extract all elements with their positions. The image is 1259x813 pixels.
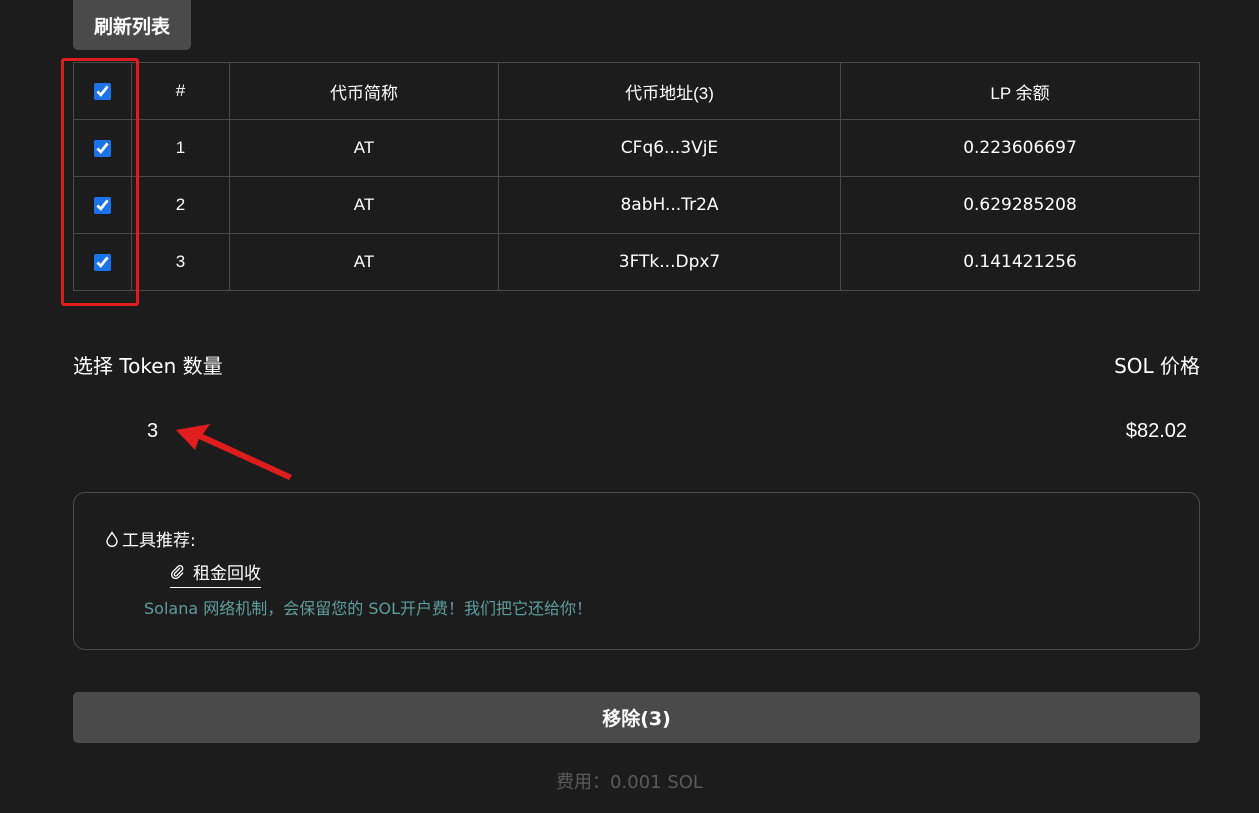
row-checkbox[interactable]: [94, 197, 111, 215]
paperclip-icon: [171, 565, 184, 579]
token-count-value: 3: [147, 420, 159, 442]
header-token-name: 代币简称: [229, 62, 499, 120]
row-index: 1: [131, 119, 230, 177]
table-row: 1 AT CFq6...3VjE 0.223606697: [73, 119, 1200, 177]
tools-recommendation-panel: 工具推荐: 租金回收 Solana 网络机制，会保留您的 SOL开户费！我们把它…: [73, 492, 1200, 650]
row-lp-balance: 0.141421256: [840, 233, 1200, 291]
token-count-label: 选择 Token 数量: [73, 354, 223, 378]
tool-description: Solana 网络机制，会保留您的 SOL开户费！我们把它还给你！: [144, 599, 592, 618]
sol-price-label: SOL 价格: [1114, 354, 1200, 378]
rent-recovery-link-text: 租金回收: [193, 564, 261, 584]
table-header-row: # 代币简称 代币地址(3) LP 余额: [73, 62, 1200, 120]
row-index: 3: [131, 233, 230, 291]
row-token-name: AT: [229, 176, 499, 234]
header-lp-balance: LP 余额: [840, 62, 1200, 120]
refresh-list-button[interactable]: 刷新列表: [73, 0, 191, 50]
header-select-all-cell: [73, 62, 132, 120]
select-all-checkbox[interactable]: [94, 83, 111, 101]
token-table: # 代币简称 代币地址(3) LP 余额 1 AT CFq6...3VjE 0.…: [73, 62, 1200, 291]
row-token-name: AT: [229, 119, 499, 177]
annotation-arrow-icon: [176, 424, 292, 480]
row-lp-balance: 0.629285208: [840, 176, 1200, 234]
drop-icon: [106, 530, 118, 547]
row-token-name: AT: [229, 233, 499, 291]
row-token-address: 3FTk...Dpx7: [498, 233, 841, 291]
row-checkbox[interactable]: [94, 140, 111, 158]
header-index: #: [131, 62, 230, 120]
sol-price-value: $82.02: [1125, 420, 1187, 442]
row-select-cell: [73, 119, 132, 177]
page: 刷新列表 # 代币简称 代币地址(3) LP 余额 1 AT CFq6...3V…: [0, 0, 1259, 813]
row-token-address: CFq6...3VjE: [498, 119, 841, 177]
row-checkbox[interactable]: [94, 254, 111, 272]
table-row: 3 AT 3FTk...Dpx7 0.141421256: [73, 233, 1200, 291]
table-row: 2 AT 8abH...Tr2A 0.629285208: [73, 176, 1200, 234]
row-select-cell: [73, 176, 132, 234]
row-token-address: 8abH...Tr2A: [498, 176, 841, 234]
header-token-address: 代币地址(3): [498, 62, 841, 120]
remove-button[interactable]: 移除(3): [73, 692, 1200, 743]
row-select-cell: [73, 233, 132, 291]
rent-recovery-link[interactable]: 租金回收: [170, 559, 261, 588]
tools-title: 工具推荐:: [104, 526, 196, 551]
row-index: 2: [131, 176, 230, 234]
fee-text: 费用：0.001 SOL: [556, 772, 703, 793]
row-lp-balance: 0.223606697: [840, 119, 1200, 177]
tools-title-text: 工具推荐:: [122, 531, 196, 551]
